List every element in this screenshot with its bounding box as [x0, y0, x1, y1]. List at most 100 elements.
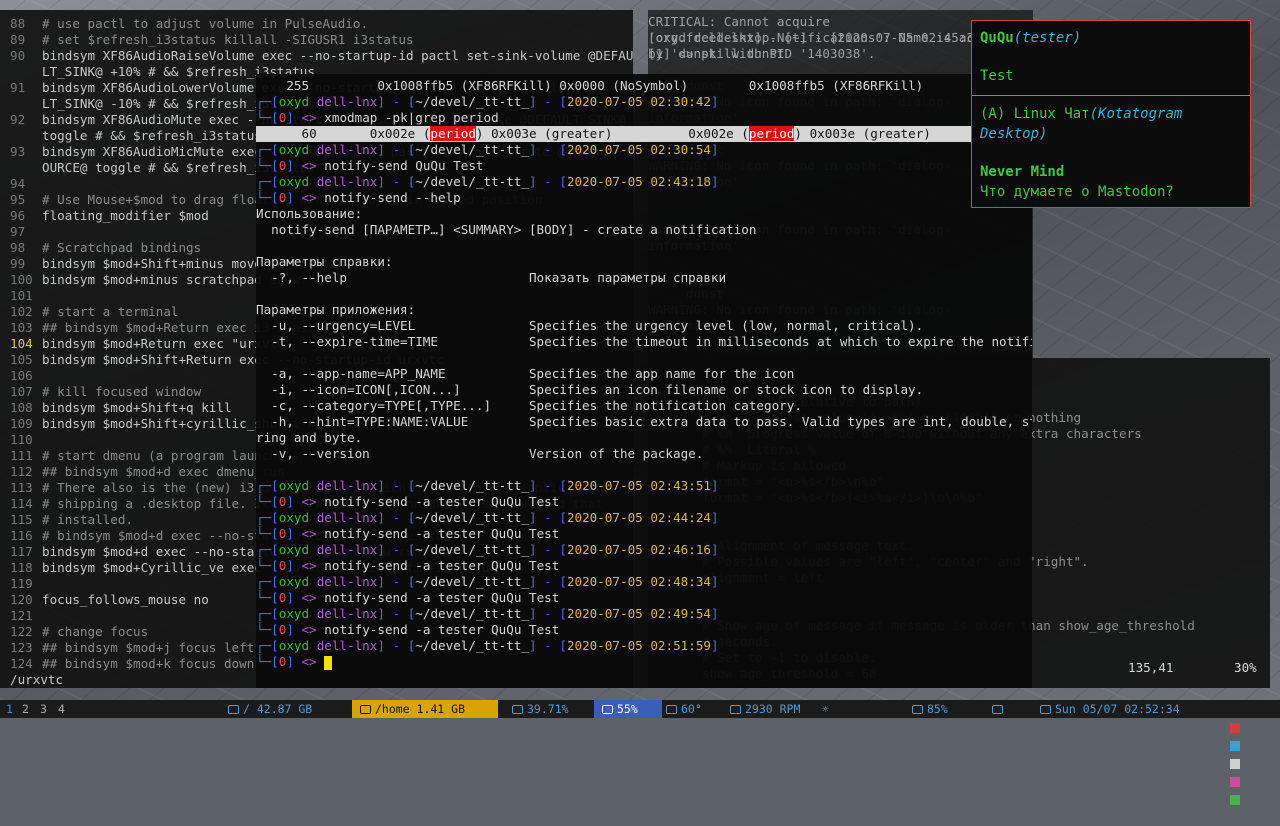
tray-network-icon[interactable] [1229, 740, 1240, 751]
prompt-header: ┌─[oxyd dell-lnx] - [~/devel/_tt-tt_] - … [256, 542, 1032, 558]
prompt-field: dell-lnx [316, 638, 378, 653]
prompt-field: oxyd [278, 94, 310, 109]
command-text: xmodmap -pk|grep period [324, 110, 499, 125]
line-text: # set $refresh_i3status killall -SIGUSR1… [42, 32, 414, 47]
help-line: Параметры справки: [256, 254, 393, 269]
line-number: 102 [10, 304, 33, 319]
line-number: 92 [10, 112, 26, 127]
command-text: notify-send --help [324, 190, 461, 205]
prompt-decoration: ] - [ [377, 142, 416, 157]
prompt-field: ~/devel/_tt-tt_ [415, 510, 530, 525]
line-number: 117 [10, 544, 33, 559]
prompt-decoration: ] - [ [529, 574, 567, 589]
line-number: 113 [10, 480, 33, 495]
prompt-decoration: ] - [ [529, 606, 567, 621]
disk-icon [228, 705, 239, 714]
prompt-decoration: ] - [ [377, 94, 416, 109]
prompt-decoration: └─[ [256, 590, 279, 605]
prompt-decoration: ] [711, 94, 719, 109]
cpu-icon [512, 705, 523, 714]
help-line: ring and byte. [256, 430, 363, 445]
line-text: focus_follows_mouse no [42, 592, 209, 607]
prompt-field: 2020-07-05 02:30:54 [566, 142, 711, 157]
prompt-field: dell-lnx [316, 542, 378, 557]
help-line [256, 238, 1032, 254]
cursor-position: 135,41 [1128, 660, 1174, 675]
thermometer-icon [666, 705, 677, 714]
tray[interactable] [1202, 700, 1276, 805]
memory-icon [602, 705, 613, 714]
prompt-header: ┌─[oxyd dell-lnx] - [~/devel/_tt-tt_] - … [256, 142, 1032, 158]
line-number: 121 [10, 608, 33, 623]
command-text: notify-send -a tester QuQu Test [324, 590, 560, 605]
prompt-field: oxyd [278, 478, 310, 493]
temperature: 60° [666, 700, 702, 718]
help-line: -i, --icon=ICON[,ICON...] Specifies an i… [256, 382, 924, 397]
line-text: bindsym $mod+Shift+q kill [42, 400, 232, 415]
grep-part: 0x002e ( [369, 126, 431, 141]
prompt-decoration: ┌─[ [256, 142, 279, 157]
tray-chat-icon[interactable] [1229, 776, 1240, 787]
volume[interactable]: 85% [912, 700, 948, 718]
prompt-field: 2020-07-05 02:30:42 [566, 94, 711, 109]
prompt-decoration: ] [286, 110, 302, 125]
prompt-decoration: ] - [ [529, 510, 567, 525]
help-line: -t, --expire-time=TIME Specifies the tim… [256, 334, 1032, 349]
sun-icon: ☼ [822, 702, 829, 716]
prompt-decoration [309, 94, 317, 109]
editor-line: 90 bindsym XF86AudioRaiseVolume exec --no… [0, 48, 633, 64]
line-number: 105 [10, 352, 33, 367]
prompt-field: dell-lnx [316, 142, 378, 157]
prompt-command: └─[0] <> notify-send QuQu Test [256, 158, 1032, 174]
prompt-symbol: <> [301, 110, 317, 125]
command-text: notify-send QuQu Test [324, 158, 484, 173]
workspace-1[interactable]: 1 [6, 700, 13, 718]
notification-popup[interactable]: QuQu(tester) Test (A) Linux Чат(Kotatogr… [971, 20, 1251, 208]
prompt-header: ┌─[oxyd dell-lnx] - [~/devel/_tt-tt_] - … [256, 510, 1032, 526]
workspace-2[interactable]: 2 [22, 700, 29, 718]
prompt-command: └─[0] <> xmodmap -pk|grep period [256, 110, 1032, 126]
prompt-header: ┌─[oxyd dell-lnx] - [~/devel/_tt-tt_] - … [256, 94, 1032, 110]
line-number: 91 [10, 80, 26, 95]
prompt-field: oxyd [278, 142, 310, 157]
xmodmap-values: 0x1008ffb5 (XF86RFKill) 0x0000 (NoSymbol… [309, 78, 924, 93]
prompt-symbol: <> [301, 622, 317, 637]
prompt-field: 2020-07-05 02:44:24 [566, 510, 711, 525]
line-number: 88 [10, 16, 26, 31]
tray-misc-icon[interactable] [1229, 794, 1240, 805]
cpu-value: 39.71% [527, 702, 569, 716]
prompt-command: └─[0] <> notify-send -a tester QuQu Test [256, 590, 1032, 606]
prompt-decoration: └─[ [256, 622, 279, 637]
line-number: 106 [10, 368, 33, 383]
workspace-3[interactable]: 3 [40, 700, 47, 718]
tray-update-icon[interactable] [1229, 758, 1240, 769]
prompt-header: ┌─[oxyd dell-lnx] - [~/devel/_tt-tt_] - … [256, 606, 1032, 622]
help-line: -u, --urgency=LEVEL Specifies the urgenc… [256, 318, 924, 333]
terminal-center[interactable]: 255 0x1008ffb5 (XF86RFKill) 0x0000 (NoSy… [256, 74, 1032, 688]
line-number: 115 [10, 512, 33, 527]
line-number: 97 [10, 224, 26, 239]
keyboard-layout[interactable] [992, 700, 1007, 718]
prompt-decoration: ] - [ [529, 478, 567, 493]
fan-speed: 2930 RPM [730, 700, 800, 718]
tray-app-icon[interactable] [1229, 722, 1240, 733]
help-line: Параметры приложения: [256, 302, 416, 317]
prompt-decoration: ┌─[ [256, 606, 279, 621]
line-number: 99 [10, 256, 26, 271]
speaker-icon [912, 705, 923, 714]
line-number: 89 [10, 32, 26, 47]
line-text: ## bindsym $mod+d exec dmenu_run [42, 464, 285, 479]
prompt-decoration: ] - [ [377, 638, 416, 653]
prompt-decoration: ] [286, 654, 302, 669]
prompt-decoration: ] [286, 526, 302, 541]
prompt-decoration: ] [286, 590, 302, 605]
prompt-symbol: <> [301, 158, 317, 173]
prompt-header: ┌─[oxyd dell-lnx] - [~/devel/_tt-tt_] - … [256, 638, 1032, 654]
line-number: 104 [10, 336, 33, 351]
grep-part: 0x002e ( [688, 126, 749, 141]
prompt-field: dell-lnx [316, 478, 378, 493]
help-line: Использование: [256, 206, 363, 221]
prompt-decoration: ┌─[ [256, 638, 279, 653]
notification-item3-body: Что думаете о Mastodon? [980, 184, 1174, 200]
workspace-4[interactable]: 4 [58, 700, 65, 718]
